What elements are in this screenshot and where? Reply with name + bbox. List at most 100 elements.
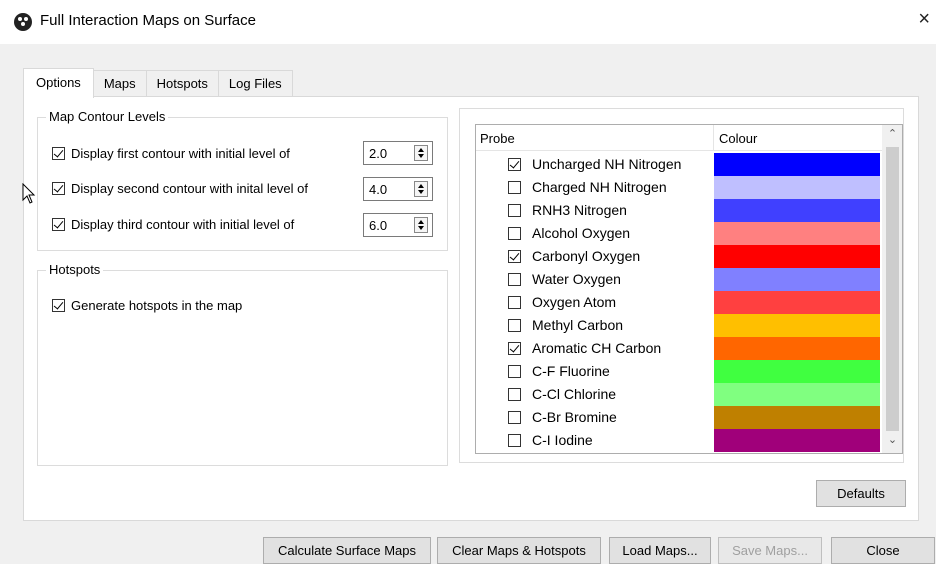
third-contour-checkbox[interactable] (52, 218, 65, 231)
third-contour-checkbox-row[interactable]: Display third contour with initial level… (52, 217, 294, 232)
probe-name: Water Oxygen (532, 271, 621, 287)
colour-swatch[interactable] (714, 383, 880, 406)
generate-hotspots-row[interactable]: Generate hotspots in the map (52, 298, 242, 313)
probe-checkbox[interactable] (508, 181, 521, 194)
table-row[interactable]: C-Br Bromine (476, 406, 882, 429)
third-contour-spinbox[interactable]: 6.0 (363, 213, 433, 237)
first-contour-label: Display first contour with initial level… (71, 146, 290, 161)
second-contour-checkbox[interactable] (52, 182, 65, 195)
spin-arrows-icon[interactable] (414, 181, 428, 197)
table-row[interactable]: Aromatic CH Carbon (476, 337, 882, 360)
close-icon[interactable]: × (918, 8, 930, 31)
table-row[interactable]: Water Oxygen (476, 268, 882, 291)
table-row[interactable]: Methyl Carbon (476, 314, 882, 337)
probe-name: Alcohol Oxygen (532, 225, 631, 241)
colour-swatch[interactable] (714, 337, 880, 360)
colour-swatch[interactable] (714, 429, 880, 452)
table-row[interactable]: Uncharged NH Nitrogen (476, 153, 882, 176)
scroll-down-icon[interactable]: ⌄ (882, 433, 902, 451)
defaults-button[interactable]: Defaults (816, 480, 906, 507)
clear-maps-hotspots-button[interactable]: Clear Maps & Hotspots (437, 537, 601, 564)
first-contour-checkbox-row[interactable]: Display first contour with initial level… (52, 146, 290, 161)
save-maps-button[interactable]: Save Maps... (718, 537, 822, 564)
tab-hotspots[interactable]: Hotspots (145, 70, 219, 97)
second-contour-value[interactable]: 4.0 (369, 182, 387, 197)
probe-checkbox[interactable] (508, 273, 521, 286)
probe-checkbox[interactable] (508, 319, 521, 332)
table-row[interactable]: Oxygen Atom (476, 291, 882, 314)
table-row[interactable]: Alcohol Oxygen (476, 222, 882, 245)
probe-name: C-Cl Chlorine (532, 386, 617, 402)
table-row[interactable]: Charged NH Nitrogen (476, 176, 882, 199)
scrollbar-thumb[interactable] (886, 147, 899, 431)
tab-bar: Options Maps Hotspots Log Files (23, 68, 293, 98)
vertical-scrollbar[interactable]: ⌃ ⌄ (882, 125, 902, 453)
spin-arrows-icon[interactable] (414, 145, 428, 161)
column-divider[interactable] (713, 125, 714, 151)
table-header: Probe Colour (476, 125, 882, 151)
load-maps-button[interactable]: Load Maps... (609, 537, 711, 564)
spin-arrows-icon[interactable] (414, 217, 428, 233)
colour-swatch[interactable] (714, 291, 880, 314)
probe-name: Uncharged NH Nitrogen (532, 156, 682, 172)
probe-checkbox[interactable] (508, 296, 521, 309)
mouse-cursor-icon (22, 183, 36, 204)
calculate-surface-maps-button[interactable]: Calculate Surface Maps (263, 537, 431, 564)
colour-swatch[interactable] (714, 406, 880, 429)
hotspots-group-title: Hotspots (46, 262, 104, 277)
colour-swatch[interactable] (714, 199, 880, 222)
probe-checkbox[interactable] (508, 227, 521, 240)
contour-levels-title: Map Contour Levels (46, 109, 169, 124)
close-button[interactable]: Close (831, 537, 935, 564)
table-row[interactable]: Carbonyl Oxygen (476, 245, 882, 268)
window-title: Full Interaction Maps on Surface (40, 12, 256, 29)
probe-checkbox[interactable] (508, 342, 521, 355)
probe-checkbox[interactable] (508, 365, 521, 378)
tab-log-files[interactable]: Log Files (217, 70, 293, 97)
scroll-up-icon[interactable]: ⌃ (882, 127, 902, 145)
probe-checkbox[interactable] (508, 388, 521, 401)
generate-hotspots-label: Generate hotspots in the map (71, 298, 243, 313)
first-contour-value[interactable]: 2.0 (369, 146, 387, 161)
probe-table[interactable]: Probe Colour Uncharged NH Nitrogen Charge… (475, 124, 903, 454)
tab-maps[interactable]: Maps (92, 70, 147, 97)
table-row[interactable]: C-F Fluorine (476, 360, 882, 383)
probe-name: C-I Iodine (532, 432, 593, 448)
table-row[interactable]: RNH3 Nitrogen (476, 199, 882, 222)
probe-name: Charged NH Nitrogen (532, 179, 667, 195)
column-header-probe[interactable]: Probe (480, 131, 515, 146)
colour-swatch[interactable] (714, 268, 880, 291)
tab-options[interactable]: Options (23, 68, 94, 98)
probe-name: Methyl Carbon (532, 317, 624, 333)
colour-swatch[interactable] (714, 360, 880, 383)
column-header-colour[interactable]: Colour (719, 131, 757, 146)
colour-swatch[interactable] (714, 245, 880, 268)
colour-swatch[interactable] (714, 153, 880, 176)
first-contour-spinbox[interactable]: 2.0 (363, 141, 433, 165)
colour-swatch[interactable] (714, 176, 880, 199)
generate-hotspots-checkbox[interactable] (52, 299, 65, 312)
table-row[interactable]: C-I Iodine (476, 429, 882, 452)
third-contour-label: Display third contour with initial level… (71, 217, 295, 232)
title-bar: Full Interaction Maps on Surface × (0, 0, 936, 44)
second-contour-spinbox[interactable]: 4.0 (363, 177, 433, 201)
probe-name: C-F Fluorine (532, 363, 610, 379)
probe-checkbox[interactable] (508, 411, 521, 424)
probe-name: Oxygen Atom (532, 294, 617, 310)
app-logo-icon (14, 13, 32, 31)
first-contour-checkbox[interactable] (52, 147, 65, 160)
probe-name: Aromatic CH Carbon (532, 340, 662, 356)
third-contour-value[interactable]: 6.0 (369, 218, 387, 233)
probe-name: RNH3 Nitrogen (532, 202, 627, 218)
second-contour-label: Display second contour with inital level… (71, 181, 309, 196)
table-row[interactable]: C-Cl Chlorine (476, 383, 882, 406)
colour-swatch[interactable] (714, 314, 880, 337)
probe-name: C-Br Bromine (532, 409, 617, 425)
probe-name: Carbonyl Oxygen (532, 248, 641, 264)
probe-checkbox[interactable] (508, 250, 521, 263)
probe-checkbox[interactable] (508, 434, 521, 447)
probe-checkbox[interactable] (508, 158, 521, 171)
colour-swatch[interactable] (714, 222, 880, 245)
probe-checkbox[interactable] (508, 204, 521, 217)
second-contour-checkbox-row[interactable]: Display second contour with inital level… (52, 181, 308, 196)
